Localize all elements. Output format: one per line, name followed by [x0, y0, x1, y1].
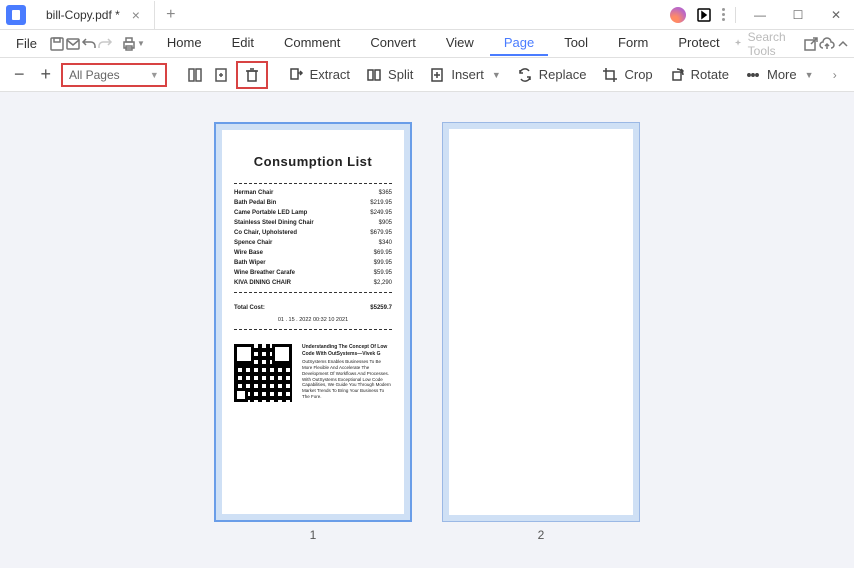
- tab-home[interactable]: Home: [153, 31, 216, 56]
- zoom-in-button[interactable]: +: [34, 62, 56, 88]
- search-tools[interactable]: Search Tools: [734, 30, 791, 58]
- search-label: Search Tools: [748, 30, 791, 58]
- insert-blank-icon[interactable]: [183, 62, 205, 88]
- page-toolbar: − + All Pages ▼ Extract Split Insert ▼ R…: [0, 58, 854, 92]
- tab-view[interactable]: View: [432, 31, 488, 56]
- page-canvas: Consumption List Herman Chair$365Bath Pe…: [0, 92, 854, 542]
- invoice-line-item: KIVA DINING CHAIR$2,290: [234, 278, 392, 288]
- extract-icon: [288, 67, 304, 83]
- crop-label: Crop: [624, 67, 652, 82]
- invoice-line-item: Came Portable LED Lamp$249.95: [234, 208, 392, 218]
- scroll-right-icon[interactable]: ›: [824, 62, 846, 88]
- print-dropdown-icon[interactable]: ▼: [137, 32, 145, 56]
- mail-icon[interactable]: [65, 32, 81, 56]
- invoice-line-item: Herman Chair$365: [234, 188, 392, 198]
- invoice-line-item: Wine Breather Carafe$59.95: [234, 268, 392, 278]
- flame-icon[interactable]: [670, 7, 686, 23]
- insert-label: Insert: [451, 67, 484, 82]
- title-bar: bill-Copy.pdf * × + — ☐ ✕: [0, 0, 854, 30]
- close-tab-icon[interactable]: ×: [128, 7, 144, 23]
- rotate-icon: [669, 67, 685, 83]
- split-button[interactable]: Split: [360, 65, 419, 85]
- replace-icon: [517, 67, 533, 83]
- rotate-button[interactable]: Rotate: [663, 65, 735, 85]
- qr-code: [234, 344, 292, 402]
- share-square-icon[interactable]: [696, 7, 712, 23]
- more-label: More: [767, 67, 797, 82]
- undo-icon[interactable]: [81, 32, 97, 56]
- invoice-date: 01 . 15 . 2022 00:32 10 2021: [234, 317, 392, 323]
- tab-title: bill-Copy.pdf *: [46, 8, 120, 22]
- chevron-down-icon: ▼: [805, 70, 814, 80]
- tab-tool[interactable]: Tool: [550, 31, 602, 56]
- invoice-line-item: Bath Pedal Bin$219.95: [234, 198, 392, 208]
- insert-page-icon[interactable]: [210, 62, 232, 88]
- tab-convert[interactable]: Convert: [356, 31, 430, 56]
- insert-button[interactable]: Insert ▼: [423, 65, 506, 85]
- split-label: Split: [388, 67, 413, 82]
- delete-page-button[interactable]: [236, 61, 268, 89]
- collapse-icon[interactable]: [835, 32, 851, 56]
- page-content: Consumption List Herman Chair$365Bath Pe…: [222, 130, 404, 514]
- chevron-down-icon: ▼: [492, 70, 501, 80]
- file-menu[interactable]: File: [4, 36, 49, 51]
- replace-button[interactable]: Replace: [511, 65, 593, 85]
- tab-form[interactable]: Form: [604, 31, 662, 56]
- invoice-line-item: Spence Chair$340: [234, 238, 392, 248]
- save-icon[interactable]: [49, 32, 65, 56]
- total-label: Total Cost:: [234, 305, 265, 311]
- sparkle-icon: [734, 37, 742, 50]
- crop-icon: [602, 67, 618, 83]
- cloud-upload-icon[interactable]: [819, 32, 835, 56]
- split-icon: [366, 67, 382, 83]
- page-thumbnail-2[interactable]: [442, 122, 640, 522]
- tab-protect[interactable]: Protect: [664, 31, 733, 56]
- invoice-description: Understanding The Concept Of Low Code Wi…: [302, 344, 392, 402]
- page-number-1: 1: [310, 528, 317, 542]
- add-tab-button[interactable]: +: [159, 3, 183, 27]
- page-range-label: All Pages: [69, 68, 120, 82]
- tab-comment[interactable]: Comment: [270, 31, 354, 56]
- more-icon: [745, 67, 761, 83]
- redo-icon[interactable]: [97, 32, 113, 56]
- extract-button[interactable]: Extract: [282, 65, 356, 85]
- more-button[interactable]: More ▼: [739, 65, 820, 85]
- external-link-icon[interactable]: [803, 32, 819, 56]
- app-icon: [6, 5, 26, 25]
- page-range-select[interactable]: All Pages ▼: [61, 63, 167, 87]
- invoice-title: Consumption List: [234, 154, 392, 169]
- invoice-line-item: Wire Base$69.95: [234, 248, 392, 258]
- extract-label: Extract: [310, 67, 350, 82]
- insert-icon: [429, 67, 445, 83]
- replace-label: Replace: [539, 67, 587, 82]
- document-tab[interactable]: bill-Copy.pdf * ×: [34, 1, 155, 29]
- invoice-line-item: Bath Wiper$99.95: [234, 258, 392, 268]
- page-content-blank: [449, 129, 633, 515]
- crop-button[interactable]: Crop: [596, 65, 658, 85]
- invoice-line-item: Co Chair, Upholstered$679.95: [234, 228, 392, 238]
- more-menu-icon[interactable]: [722, 8, 725, 21]
- page-number-2: 2: [538, 528, 545, 542]
- total-value: $5259.7: [370, 305, 392, 311]
- menu-bar: File ▼ Home Edit Comment Convert View Pa…: [0, 30, 854, 58]
- rotate-label: Rotate: [691, 67, 729, 82]
- tab-page[interactable]: Page: [490, 31, 548, 56]
- invoice-line-item: Stainless Steel Dining Chair$905: [234, 218, 392, 228]
- minimize-button[interactable]: —: [746, 1, 774, 29]
- print-icon[interactable]: [121, 32, 137, 56]
- zoom-out-button[interactable]: −: [8, 62, 30, 88]
- tab-edit[interactable]: Edit: [218, 31, 268, 56]
- chevron-down-icon: ▼: [150, 70, 159, 80]
- page-thumbnail-1[interactable]: Consumption List Herman Chair$365Bath Pe…: [214, 122, 412, 522]
- maximize-button[interactable]: ☐: [784, 1, 812, 29]
- trash-icon: [244, 67, 260, 83]
- close-button[interactable]: ✕: [822, 1, 850, 29]
